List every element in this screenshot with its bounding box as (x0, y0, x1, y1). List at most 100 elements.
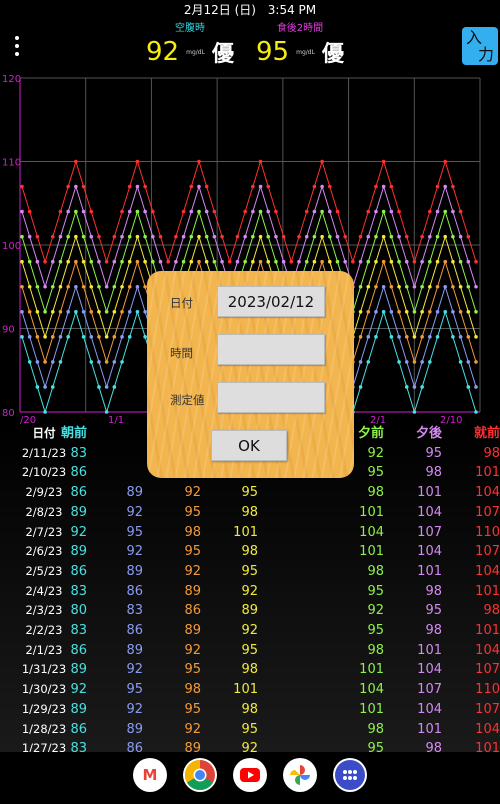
after-meal-unit: mg/dL (296, 48, 315, 56)
fasting-unit: mg/dL (186, 48, 205, 56)
cell-after-breakfast: 89 (126, 563, 143, 579)
table-row[interactable]: 1/28/23 86 89 92 95 98 101 104 (0, 720, 500, 740)
input-button[interactable]: 入 力 (462, 27, 498, 65)
data-point (127, 284, 132, 289)
cell-before-lunch: 95 (184, 701, 201, 717)
cell-after-lunch: 98 (241, 701, 258, 717)
youtube-icon[interactable] (233, 758, 267, 792)
table-row[interactable]: 2/6/23 89 92 95 98 101 104 107 (0, 542, 500, 562)
data-point (435, 310, 440, 314)
after-meal-value: 95 (255, 37, 290, 67)
cell-after-breakfast: 89 (126, 721, 143, 737)
data-point (389, 234, 394, 239)
data-point (66, 209, 70, 214)
data-point (420, 360, 424, 364)
data-point (135, 234, 140, 239)
data-point (204, 234, 209, 239)
data-point (458, 209, 463, 214)
cell-before-bed: 104 (475, 485, 500, 501)
entry-dialog: 日付 2023/02/12 時間 測定値 OK (147, 271, 354, 478)
cell-after-lunch: 95 (241, 485, 258, 501)
cell-before-bed: 104 (475, 721, 500, 737)
data-point (97, 385, 101, 389)
after-meal-label: 食後2時間 (276, 23, 324, 34)
cell-after-lunch: 101 (233, 524, 258, 540)
data-point (174, 234, 178, 239)
chrome-icon[interactable] (183, 758, 217, 792)
data-point (81, 284, 86, 289)
data-point (466, 385, 471, 389)
data-point (381, 159, 386, 164)
data-point (151, 259, 155, 264)
data-point (58, 259, 63, 264)
data-point (20, 234, 24, 239)
data-point (251, 184, 255, 189)
data-point (335, 259, 340, 264)
cell-before-breakfast: 92 (70, 524, 87, 540)
data-point (266, 259, 271, 264)
table-row[interactable]: 1/31/23 89 92 95 98 101 104 107 (0, 660, 500, 680)
data-point (474, 335, 478, 339)
cell-date: 2/3/23 (25, 603, 63, 618)
data-point (50, 385, 55, 389)
cell-before-breakfast: 83 (70, 741, 87, 752)
table-row[interactable]: 2/3/23 80 83 86 89 92 95 98 (0, 601, 500, 621)
cell-date: 1/30/23 (21, 682, 67, 697)
data-point (397, 234, 401, 239)
data-point (197, 159, 201, 164)
cell-before-breakfast: 89 (70, 701, 87, 717)
ok-button[interactable]: OK (211, 430, 287, 461)
cell-before-dinner: 98 (367, 721, 384, 737)
table-row[interactable]: 2/5/23 86 89 92 95 98 101 104 (0, 562, 500, 582)
table-row[interactable]: 2/7/23 92 95 98 101 104 107 110 (0, 523, 500, 543)
data-point (366, 310, 371, 314)
data-point (235, 234, 240, 239)
data-point (412, 335, 417, 339)
date-field[interactable]: 2023/02/12 (217, 286, 325, 317)
table-row[interactable]: 2/1/23 86 89 92 95 98 101 104 (0, 641, 500, 661)
cell-date: 2/2/23 (25, 623, 63, 637)
measure-field[interactable] (217, 382, 325, 413)
data-point (212, 234, 217, 239)
data-point (397, 284, 401, 289)
table-row[interactable]: 2/2/23 83 86 89 92 95 98 101 (0, 621, 500, 641)
data-point (50, 360, 55, 364)
table-row[interactable]: 2/9/23 86 89 92 95 98 101 104 (0, 483, 500, 503)
data-point (397, 360, 401, 364)
data-point (435, 284, 440, 289)
data-point (435, 259, 440, 264)
cell-before-bed: 101 (475, 583, 500, 599)
data-point (397, 209, 401, 214)
data-point (435, 184, 440, 189)
cell-after-dinner: 95 (425, 445, 442, 461)
gmail-icon[interactable]: M (133, 758, 167, 792)
data-point (58, 209, 63, 214)
overflow-menu-icon[interactable] (10, 36, 24, 60)
table-row[interactable]: 2/4/23 83 86 89 92 95 98 101 (0, 582, 500, 602)
app-drawer-icon[interactable] (333, 758, 367, 792)
cell-after-breakfast: 83 (126, 603, 143, 619)
time-label: 時間 (170, 346, 193, 360)
cell-before-lunch: 92 (184, 642, 201, 658)
data-point (135, 209, 140, 214)
data-point (451, 184, 455, 189)
table-row[interactable]: 1/27/23 83 86 89 92 95 98 101 (0, 739, 500, 752)
data-point (20, 259, 24, 264)
data-point (335, 209, 340, 214)
data-point (89, 284, 94, 289)
table-row[interactable]: 1/30/23 92 95 98 101 104 107 110 (0, 680, 500, 700)
cell-before-lunch: 95 (184, 662, 201, 678)
data-point (389, 335, 394, 339)
table-row[interactable]: 2/8/23 89 92 95 98 101 104 107 (0, 503, 500, 523)
data-point (304, 234, 309, 239)
data-point (181, 209, 186, 214)
table-row[interactable]: 1/29/23 89 92 95 98 101 104 107 (0, 700, 500, 720)
data-point (258, 184, 263, 189)
photos-icon[interactable] (283, 758, 317, 792)
data-point (50, 259, 55, 264)
data-point (297, 259, 301, 264)
cell-after-lunch: 89 (241, 603, 258, 619)
time-field[interactable] (217, 334, 325, 365)
data-point (258, 209, 263, 214)
cell-before-breakfast: 86 (70, 721, 87, 737)
